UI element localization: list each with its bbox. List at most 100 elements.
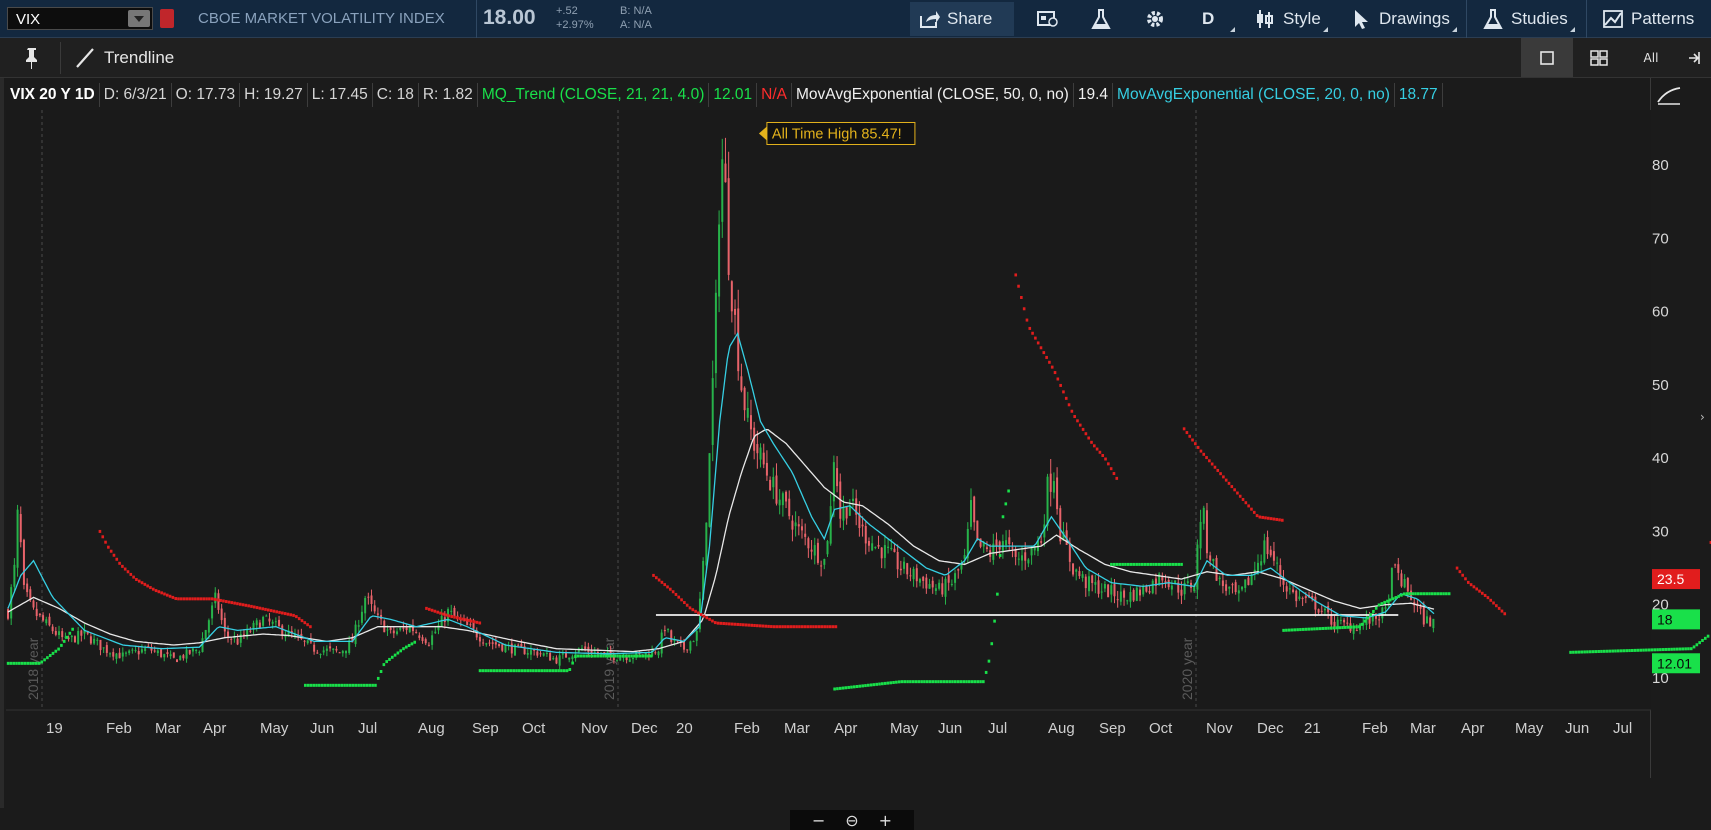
candle-body <box>421 637 424 641</box>
single-layout-button[interactable] <box>1521 38 1573 77</box>
candle-body <box>915 568 918 582</box>
mq-trend-upper-dot <box>814 625 818 629</box>
candle-body <box>415 631 418 633</box>
candle-body <box>1425 616 1428 624</box>
mq-trend-upper-dot <box>297 617 301 621</box>
trendline-button[interactable]: Trendline <box>74 44 174 72</box>
drawings-button[interactable]: Drawings <box>1342 2 1458 36</box>
share-button[interactable]: Share <box>910 2 1014 36</box>
mq-trend-lower-dot <box>937 680 940 684</box>
mq-trend-lower-dot <box>534 669 538 673</box>
candle-body <box>931 580 934 588</box>
candle-body <box>1256 562 1259 572</box>
candle-body <box>316 652 319 654</box>
mq-trend-lower-dot <box>970 680 974 684</box>
mq-trend-lower-dot <box>529 669 532 673</box>
mq-trend-lower-dot <box>537 669 541 673</box>
candle-body <box>51 626 54 632</box>
mq-trend-upper-dot <box>834 625 838 629</box>
mq-trend-upper-dot <box>303 621 307 625</box>
mq-trend-upper-dot <box>154 589 158 593</box>
mq-trend-lower-dot <box>348 683 352 687</box>
mq-trend-upper-dot <box>727 622 731 626</box>
candle-body <box>565 652 568 658</box>
chart-canvas[interactable]: 2018 year 2019 year 2020 year All Time High… <box>6 110 1711 778</box>
collapse-panel-button[interactable] <box>1677 38 1711 77</box>
candle-body <box>1244 579 1247 588</box>
price-tag-label: 12.01 <box>1657 655 1692 671</box>
candle-body <box>345 650 348 654</box>
candle-body <box>1304 596 1307 599</box>
symbol-dropdown-button[interactable] <box>128 10 150 27</box>
candle-body <box>418 635 421 638</box>
candle-body <box>1199 521 1202 549</box>
mq-trend-upper-dot <box>795 625 798 629</box>
mq-trend-lower-dot <box>996 592 999 596</box>
x-tick-label: May <box>260 720 289 737</box>
candle-body <box>1138 589 1141 596</box>
mq-trend-lower-dot <box>1625 649 1628 653</box>
candle-body <box>969 500 972 527</box>
candle-body <box>166 652 169 655</box>
mq-trend-lower-dot <box>60 643 63 647</box>
style-button[interactable]: Style <box>1246 2 1329 36</box>
scroll-right-icon[interactable]: › <box>1700 410 1705 424</box>
zoom-in-button[interactable]: + <box>879 811 892 830</box>
ema50-study[interactable]: MovAvgExponential (CLOSE, 50, 0, no) <box>792 83 1074 107</box>
patterns-button[interactable]: Patterns <box>1594 2 1702 36</box>
mq-trend-lower-dot <box>1115 562 1119 566</box>
mq-trend-lower-dot <box>1154 562 1158 566</box>
calendar-button[interactable] <box>1028 2 1066 36</box>
mq-trend-lower-dot <box>1419 592 1423 596</box>
studies-button[interactable]: Studies <box>1474 2 1576 36</box>
expand-chart-icon[interactable] <box>1654 82 1684 108</box>
settings-button[interactable] <box>1136 2 1174 36</box>
candle-body <box>667 629 670 631</box>
candle-body <box>115 653 118 659</box>
mq-trend-upper-dot <box>1227 481 1231 485</box>
year-marker-label: 2020 year <box>1179 637 1195 700</box>
mq-trend-lower-dot <box>23 661 27 665</box>
candle-body <box>156 650 159 654</box>
zoom-reset-button[interactable]: ⊖ <box>845 811 858 830</box>
mq-trend-upper-dot <box>1466 580 1470 584</box>
candle-body <box>740 376 743 391</box>
mq-trend-lower-dot <box>1344 625 1347 629</box>
candle-body <box>488 642 491 644</box>
candle-body <box>807 538 810 549</box>
mq-trend-lower-dot <box>836 687 839 691</box>
x-tick-label: Apr <box>834 720 857 737</box>
mq-trend-upper-dot <box>1188 434 1192 438</box>
candle-body <box>896 551 899 570</box>
mq-trend-lower-dot <box>1416 592 1420 596</box>
mq-trend-upper-dot <box>286 612 290 616</box>
grid-layout-button[interactable] <box>1573 38 1625 77</box>
candle-body <box>169 654 172 657</box>
mq-trend-study[interactable]: MQ_Trend (CLOSE, 21, 21, 4.0) <box>478 83 710 107</box>
mq-trend-lower-dot <box>1391 597 1395 601</box>
mq-trend-upper-dot <box>264 607 267 611</box>
mq-trend-upper-dot <box>140 581 144 585</box>
symbol-input[interactable]: VIX <box>7 7 153 30</box>
mq-trend-lower-dot <box>917 680 921 684</box>
mq-trend-lower-dot <box>895 680 898 684</box>
all-layout-button[interactable]: All <box>1625 38 1677 77</box>
price-chart[interactable]: 2018 year 2019 year 2020 year All Time High… <box>6 110 1711 778</box>
candle-body <box>762 452 765 465</box>
x-tick-label: 20 <box>676 720 693 737</box>
mq-trend-lower-dot <box>838 686 842 690</box>
candle-body <box>791 520 794 530</box>
mq-trend-lower-dot <box>1605 649 1609 653</box>
mq-trend-lower-dot <box>492 669 496 673</box>
x-tick-label: Feb <box>106 720 132 737</box>
mq-trend-lower-dot <box>1290 628 1294 632</box>
x-tick-label: Dec <box>1257 720 1284 737</box>
flask-button[interactable] <box>1082 2 1120 36</box>
flag-icon[interactable] <box>160 9 174 28</box>
mq-trend-upper-dot <box>1199 449 1203 453</box>
ema20-study[interactable]: MovAvgExponential (CLOSE, 20, 0, no) <box>1113 83 1395 107</box>
aggregation-period-button[interactable]: D <box>1194 2 1236 36</box>
zoom-out-button[interactable]: − <box>812 811 825 830</box>
pin-icon[interactable] <box>22 46 42 70</box>
ema20-value: 18.77 <box>1395 83 1443 107</box>
